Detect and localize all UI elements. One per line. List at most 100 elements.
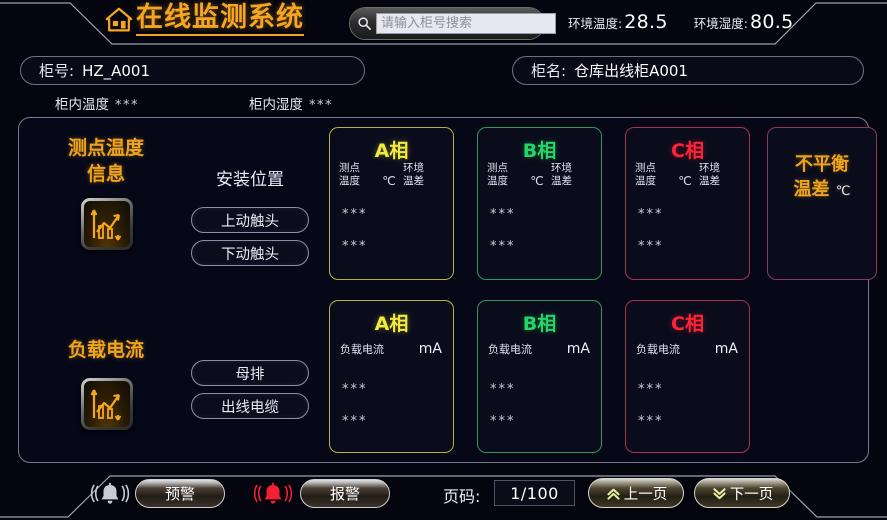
inner-humidity: 柜内湿度 *** <box>249 93 333 113</box>
measure-point-label: 测点 <box>339 162 360 174</box>
env-humidity: 环境湿度: 80.5 <box>694 11 794 33</box>
prev-page-label: 上一页 <box>623 486 668 503</box>
load-current-label: 负载电流 <box>488 343 532 356</box>
unit-milliamp-label: mA <box>566 341 590 357</box>
current-card-phase-a-value1: *** <box>342 382 368 397</box>
alarm-button[interactable]: 报警 <box>300 479 390 508</box>
current-card-phase-c-title: C相 <box>671 313 704 335</box>
measure-point-label: 测点 <box>635 162 656 174</box>
temp-card-phase-b-value1: *** <box>490 207 516 222</box>
temp-card-phase-b-title: B相 <box>522 140 557 162</box>
current-card-phase-c-header: 负载电流 mA <box>636 341 744 357</box>
inner-temperature-label: 柜内温度 <box>55 97 109 113</box>
current-card-phase-a: A相 负载电流 mA *** *** <box>329 300 454 453</box>
unbalance-line2: 温差 <box>793 179 830 200</box>
environment-label: 环境 <box>551 162 572 174</box>
temp-card-phase-a: A相 测点 ℃ 环境 温度 温差 *** *** <box>329 127 454 280</box>
chevron-down-icon <box>713 487 726 499</box>
prev-page-button[interactable]: 上一页 <box>588 478 684 508</box>
unit-celsius-label: ℃ <box>530 174 544 188</box>
current-card-phase-b-value1: *** <box>490 382 516 397</box>
inner-temperature: 柜内温度 *** <box>55 93 139 113</box>
inner-temperature-value: *** <box>115 98 139 113</box>
temp-card-phase-b-value2: *** <box>490 239 516 254</box>
env-temperature-value: 28.5 <box>624 11 668 33</box>
bell-alert-icon[interactable] <box>253 481 293 507</box>
search-box[interactable] <box>350 8 556 39</box>
temperature-diff-label: 温差 <box>551 175 572 187</box>
current-section-title: 负载电流 <box>67 339 144 361</box>
search-icon <box>358 17 371 30</box>
temp-card-phase-c-value2: *** <box>638 239 664 254</box>
header-bar: 在线监测系统 环境温度: 28.5 环境湿度: 80.5 <box>0 0 887 48</box>
unbalance-line2-wrap: 温差 ℃ <box>768 177 876 204</box>
unbalance-line1: 不平衡 <box>795 154 849 175</box>
current-card-phase-b-title: B相 <box>522 313 557 335</box>
current-chart-button[interactable] <box>81 378 133 430</box>
next-page-label: 下一页 <box>729 486 774 503</box>
unbalance-card-text: 不平衡 温差 ℃ <box>768 152 876 204</box>
cabinet-number-field[interactable]: 柜号: HZ_A001 <box>20 56 365 85</box>
temp-card-phase-a-title: A相 <box>374 140 409 162</box>
temperature-diff-label: 温差 <box>699 175 720 187</box>
temperature-section-title-line1: 测点温度 <box>67 137 144 159</box>
measure-point-label: 测点 <box>487 162 508 174</box>
unbalance-card: 不平衡 温差 ℃ <box>767 127 877 280</box>
chevron-up-icon <box>607 488 620 500</box>
env-humidity-label: 环境湿度: <box>693 16 748 31</box>
location-button-lower-contact[interactable]: 下动触头 <box>191 240 309 266</box>
temperature-section-title-line2: 信息 <box>86 163 125 185</box>
next-page-button[interactable]: 下一页 <box>694 478 790 508</box>
temp-card-phase-a-header: 测点 ℃ 环境 温度 温差 <box>339 162 447 188</box>
environment-label: 环境 <box>699 162 720 174</box>
unit-milliamp-label: mA <box>714 341 738 357</box>
load-current-label: 负载电流 <box>340 343 384 356</box>
temperature-chart-button[interactable] <box>81 198 133 250</box>
current-card-phase-b-value2: *** <box>490 414 516 429</box>
temp-card-phase-a-value1: *** <box>342 207 368 222</box>
temperature-label: 温度 <box>635 175 656 187</box>
unit-milliamp-label: mA <box>418 341 442 357</box>
home-icon <box>105 7 133 31</box>
cabinet-inner-readouts: 柜内温度 *** 柜内湿度 *** <box>0 93 500 113</box>
current-card-phase-c: C相 负载电流 mA *** *** <box>625 300 750 453</box>
warning-button[interactable]: 预警 <box>135 479 225 508</box>
current-card-phase-a-title: A相 <box>374 313 409 335</box>
current-card-phase-a-value2: *** <box>342 414 368 429</box>
location-button-outgoing-cable[interactable]: 出线电缆 <box>191 393 309 419</box>
environment-readouts: 环境温度: 28.5 环境湿度: 80.5 <box>568 11 793 33</box>
bell-icon[interactable] <box>90 481 130 507</box>
location-button-upper-contact[interactable]: 上动触头 <box>191 207 309 233</box>
unit-celsius-label: ℃ <box>678 174 692 188</box>
temp-card-phase-c-title: C相 <box>671 140 704 162</box>
temp-card-phase-c: C相 测点 ℃ 环境 温度 温差 *** *** <box>625 127 750 280</box>
main-panel: 测点温度 信息 安装位置 上动触头 下动触头 A相 测点 ℃ 环境 温度 温差 … <box>18 117 877 464</box>
cabinet-number-label: 柜号: <box>39 62 75 80</box>
cabinet-name-value: 仓库出线柜A001 <box>574 62 688 80</box>
page-indicator[interactable]: 1/100 <box>494 480 575 506</box>
app-title: 在线监测系统 <box>136 3 304 36</box>
search-input[interactable] <box>376 13 556 34</box>
temp-card-phase-c-header: 测点 ℃ 环境 温度 温差 <box>635 162 743 188</box>
load-current-label: 负载电流 <box>636 343 680 356</box>
cabinet-number-value: HZ_A001 <box>82 61 151 80</box>
inner-humidity-value: *** <box>309 98 333 113</box>
temperature-label: 温度 <box>487 175 508 187</box>
current-card-phase-c-value1: *** <box>638 382 664 397</box>
line-chart-icon <box>90 209 122 241</box>
env-humidity-value: 80.5 <box>749 11 794 33</box>
app-root: 在线监测系统 环境温度: 28.5 环境湿度: 80.5 柜号: HZ_A001… <box>0 0 887 520</box>
temp-card-phase-c-value1: *** <box>638 207 664 222</box>
current-card-phase-c-value2: *** <box>638 414 664 429</box>
cabinet-name-label: 柜名: <box>531 62 567 80</box>
temperature-section: 测点温度 信息 安装位置 上动触头 下动触头 A相 测点 ℃ 环境 温度 温差 … <box>19 118 877 290</box>
location-button-busbar[interactable]: 母排 <box>191 360 309 386</box>
current-section: 负载电流 母排 出线电缆 A相 负载电流 mA *** *** B相 负载电流 … <box>19 290 870 464</box>
unit-celsius-label: ℃ <box>382 174 396 188</box>
line-chart-icon <box>90 389 122 421</box>
cabinet-name-field[interactable]: 柜名: 仓库出线柜A001 <box>512 56 864 85</box>
page-label: 页码: <box>443 487 481 506</box>
current-chart-button-face <box>84 381 130 427</box>
app-logo: 在线监测系统 <box>104 3 304 36</box>
env-temperature-label: 环境温度: <box>568 16 623 31</box>
